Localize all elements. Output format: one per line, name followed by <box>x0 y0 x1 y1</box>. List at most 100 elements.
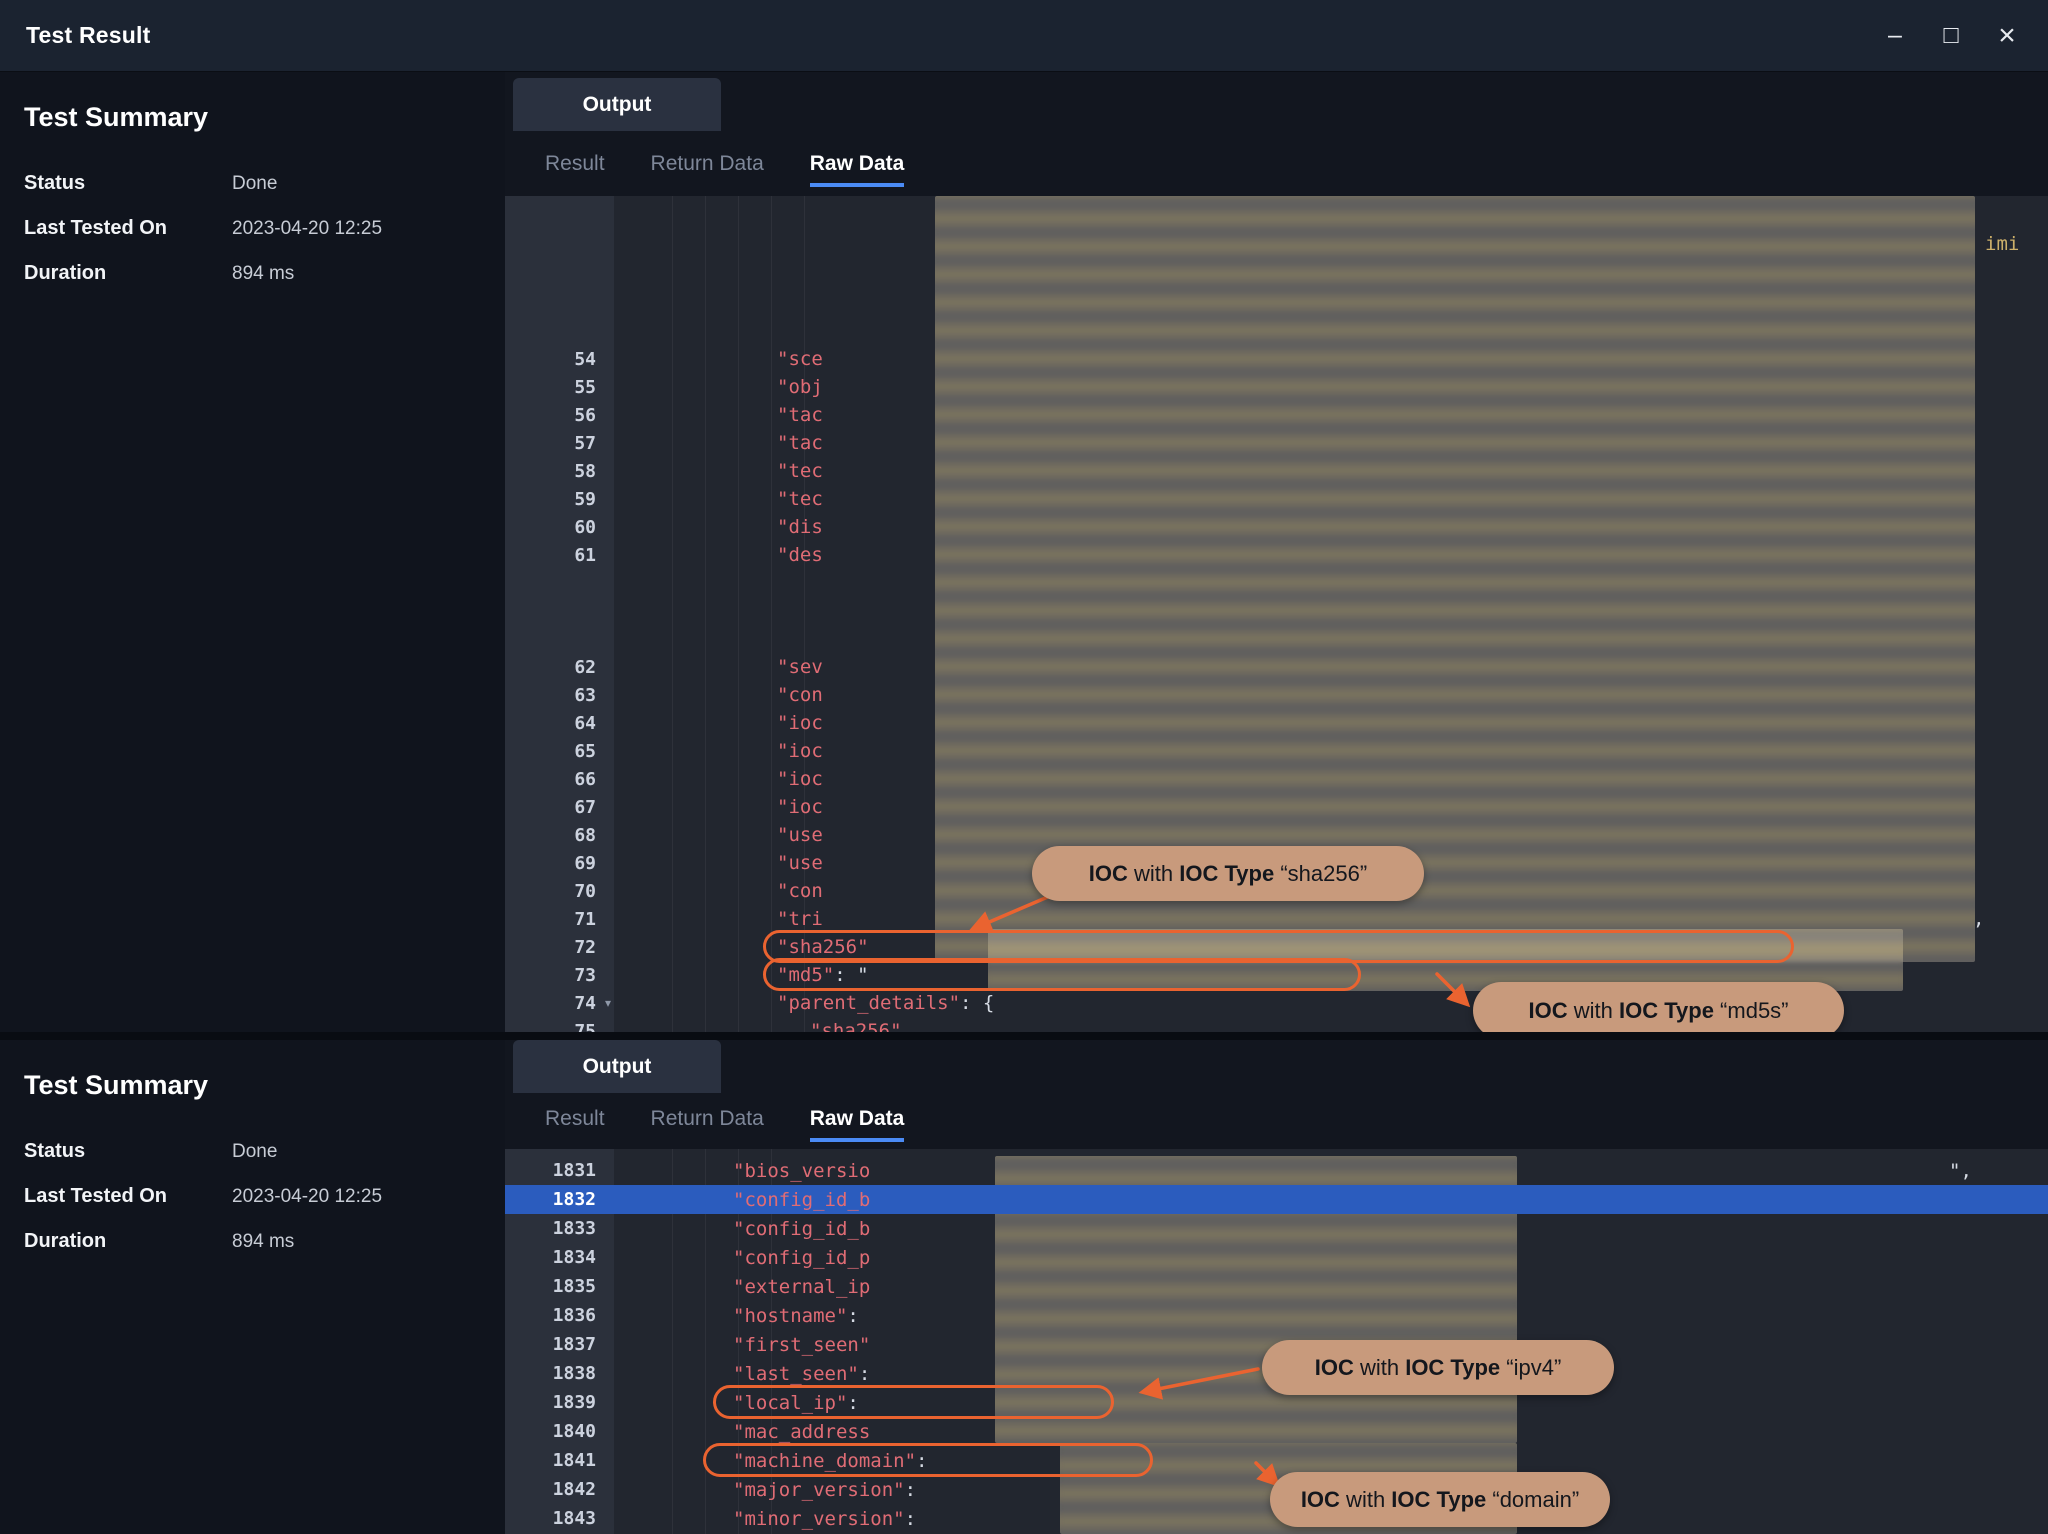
json-key: "con <box>777 880 823 902</box>
json-key: "tec <box>777 460 823 482</box>
line-number: 68 <box>505 825 614 846</box>
json-key: "tac <box>777 404 823 426</box>
summary-label: Last Tested On <box>24 217 232 240</box>
code-fragment: , <box>1973 905 1984 933</box>
json-key: "obj <box>777 376 823 398</box>
raw-data-code-viewer[interactable]: 54"sce55"obj56"tac57"tac58"tec59"tec60"d… <box>505 196 2048 1032</box>
summary-rows: StatusDoneLast Tested On2023-04-20 12:25… <box>24 1140 485 1275</box>
line-number: 65 <box>505 741 614 762</box>
code-rows: 54"sce55"obj56"tac57"tac58"tec59"tec60"d… <box>505 205 2048 1032</box>
json-key: "external_ip <box>733 1276 870 1298</box>
callout-bubble: IOC with IOC Type “ipv4” <box>1262 1340 1614 1395</box>
summary-row: Duration894 ms <box>24 262 485 285</box>
json-key: "tri <box>777 908 823 930</box>
tab-output[interactable]: Output <box>513 78 721 131</box>
sidebar: Test Summary StatusDoneLast Tested On202… <box>0 1040 505 1534</box>
code-row: 56"tac <box>505 401 2048 429</box>
json-key: "ioc <box>777 796 823 818</box>
code-fragment: ", <box>1949 1157 1972 1185</box>
title-bar: Test Result – □ × <box>0 0 2048 72</box>
code-row: 1834"config_id_p <box>505 1243 2048 1272</box>
line-number: 54 <box>505 349 614 370</box>
code-row: 64"ioc <box>505 709 2048 737</box>
json-key: "sha256" <box>810 1020 902 1032</box>
json-key: "mac_address <box>733 1421 870 1443</box>
code-row: 1833"config_id_b <box>505 1214 2048 1243</box>
json-punctuation: : { <box>960 992 994 1014</box>
line-number: 1831 <box>505 1160 614 1181</box>
summary-heading: Test Summary <box>24 102 208 133</box>
subtab-return-data[interactable]: Return Data <box>651 152 764 187</box>
summary-value: 894 ms <box>232 1231 294 1253</box>
tab-row: Output <box>505 72 2048 131</box>
summary-label: Duration <box>24 1230 232 1253</box>
subtab-raw-data[interactable]: Raw Data <box>810 152 905 187</box>
code-row <box>505 625 2048 653</box>
line-number: 73 <box>505 965 614 986</box>
code-row: 57"tac <box>505 429 2048 457</box>
json-punctuation: : <box>905 1479 928 1501</box>
close-button[interactable]: × <box>1984 13 2030 59</box>
code-row: 1836"hostname": <box>505 1301 2048 1330</box>
raw-data-code-viewer[interactable]: 1831"bios_versio1832"config_id_b1833"con… <box>505 1149 2048 1534</box>
json-key: "last_seen" <box>733 1363 859 1385</box>
callout-bubble: IOC with IOC Type “sha256” <box>1032 846 1424 901</box>
summary-value: Done <box>232 1141 277 1163</box>
json-key: "tec <box>777 488 823 510</box>
summary-row: StatusDone <box>24 172 485 195</box>
callout-bubble: IOC with IOC Type “md5s” <box>1473 982 1844 1032</box>
minimize-button[interactable]: – <box>1872 13 1918 59</box>
json-key: "des <box>777 544 823 566</box>
test-result-panel-top: Test Summary StatusDoneLast Tested On202… <box>0 72 2048 1032</box>
code-row <box>505 261 2048 289</box>
code-row: 65"ioc <box>505 737 2048 765</box>
code-row: 1841"machine_domain": <box>505 1446 2048 1475</box>
summary-row: Last Tested On2023-04-20 12:25 <box>24 1185 485 1208</box>
subtab-return-data[interactable]: Return Data <box>651 1107 764 1142</box>
line-number: 62 <box>505 657 614 678</box>
summary-row: Duration894 ms <box>24 1230 485 1253</box>
code-fragment: imi <box>1985 230 2019 258</box>
line-number: 1841 <box>505 1450 614 1471</box>
maximize-button[interactable]: □ <box>1928 13 1974 59</box>
window-title: Test Result <box>26 22 150 49</box>
json-key: "sce <box>777 348 823 370</box>
json-key: "minor_version" <box>733 1508 905 1530</box>
subtab-raw-data[interactable]: Raw Data <box>810 1107 905 1142</box>
json-key: "con <box>777 684 823 706</box>
json-key: "parent_details" <box>777 992 960 1014</box>
code-row: 1832"config_id_b <box>505 1185 2048 1214</box>
json-key: "ioc <box>777 712 823 734</box>
summary-value: Done <box>232 173 277 195</box>
line-number: 1838 <box>505 1363 614 1384</box>
subtab-result[interactable]: Result <box>545 1107 605 1142</box>
json-punctuation: : <box>905 1508 928 1530</box>
code-row: 67"ioc <box>505 793 2048 821</box>
output-pane: Output Result Return Data Raw Data 1831"bi… <box>505 1040 2048 1534</box>
code-row <box>505 597 2048 625</box>
tab-output[interactable]: Output <box>513 1040 721 1093</box>
summary-value: 2023-04-20 12:25 <box>232 218 382 240</box>
summary-label: Status <box>24 172 232 195</box>
line-number: 1839 <box>505 1392 614 1413</box>
line-number: 63 <box>505 685 614 706</box>
summary-heading: Test Summary <box>24 1070 208 1101</box>
json-key: "sev <box>777 656 823 678</box>
code-row: 72"sha256" <box>505 933 2048 961</box>
line-number: 66 <box>505 769 614 790</box>
json-key: "use <box>777 852 823 874</box>
code-row <box>505 205 2048 233</box>
output-pane: Output Result Return Data Raw Data 54 "sce 5… <box>505 72 2048 1032</box>
summary-label: Last Tested On <box>24 1185 232 1208</box>
json-key: "config_id_p <box>733 1247 870 1269</box>
subtab-result[interactable]: Result <box>545 152 605 187</box>
line-number: 1836 <box>505 1305 614 1326</box>
code-row: 63 "con <box>505 681 2048 709</box>
code-row: 61"des <box>505 541 2048 569</box>
summary-row: Last Tested On2023-04-20 12:25 <box>24 217 485 240</box>
code-row: 58"tec <box>505 457 2048 485</box>
json-punctuation: : <box>847 1305 870 1327</box>
code-row: 62 "sev <box>505 653 2048 681</box>
collapse-caret-icon[interactable]: ▾ <box>605 996 611 1010</box>
callout-bubble: IOC with IOC Type “domain” <box>1270 1472 1610 1527</box>
